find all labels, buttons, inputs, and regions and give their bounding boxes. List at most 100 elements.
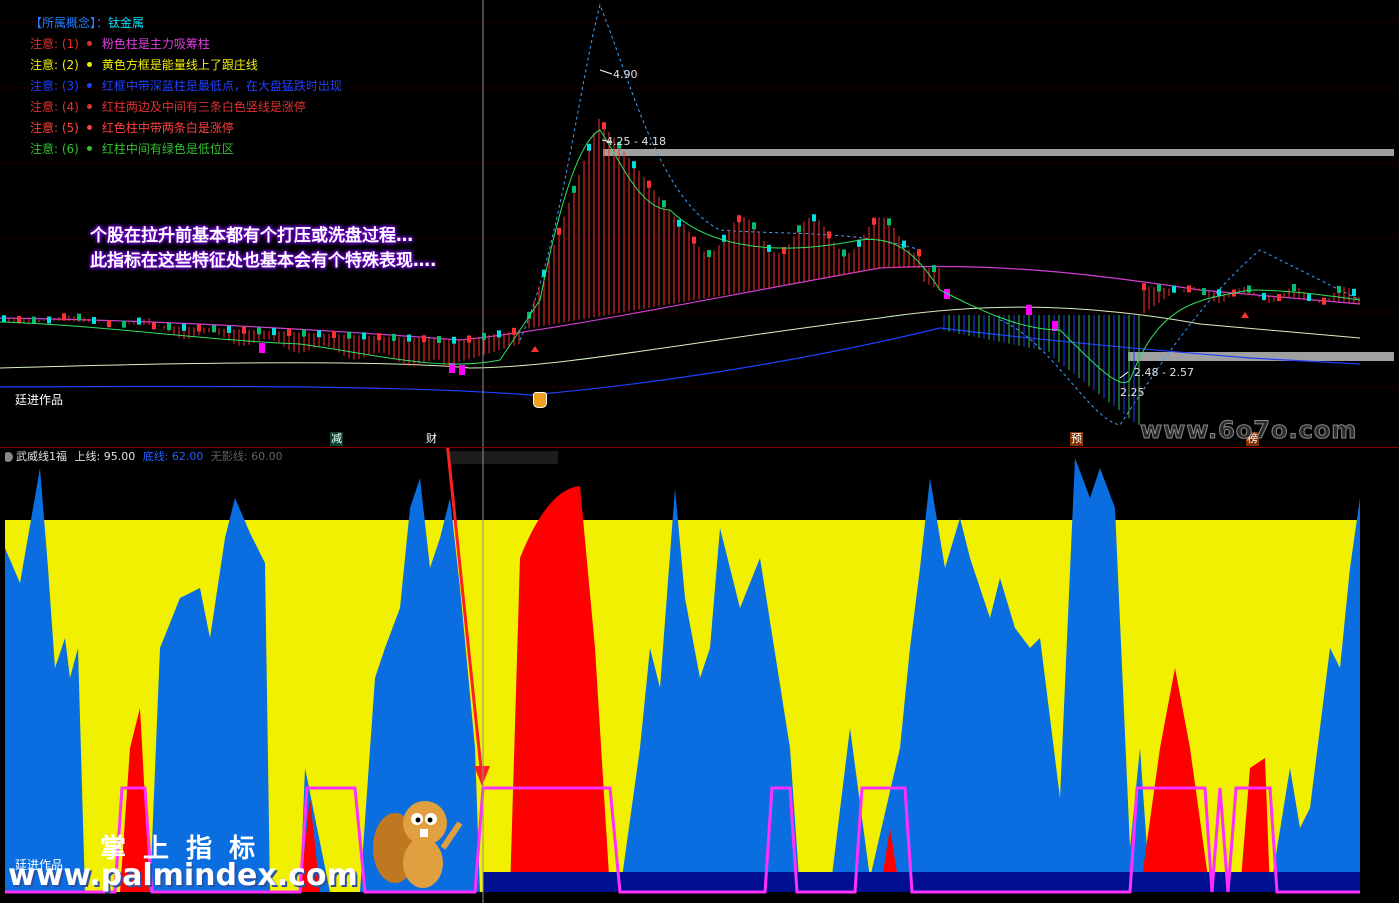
candle-body bbox=[1247, 285, 1251, 293]
bullet-icon bbox=[86, 125, 92, 130]
bullet-icon bbox=[86, 62, 92, 67]
bullet-icon bbox=[86, 104, 92, 109]
note-text: 黄色方框是能量线上了跟庄线 bbox=[101, 58, 258, 72]
candle-body bbox=[1202, 288, 1206, 296]
note-prefix: 注意: (3) bbox=[30, 79, 79, 93]
candle-body bbox=[362, 332, 366, 340]
candle-body bbox=[467, 335, 471, 343]
candle-body bbox=[737, 215, 741, 223]
note-text: 红柱两边及中间有三条白色竖线是涨停 bbox=[101, 100, 306, 114]
candle-body bbox=[557, 227, 561, 235]
candle-body bbox=[827, 231, 831, 239]
note-text: 粉色柱是主力吸筹柱 bbox=[101, 37, 210, 51]
concept-row: 【所属概念】：钛金属 bbox=[30, 14, 144, 31]
event-tag-3[interactable]: 预 bbox=[1070, 432, 1083, 446]
candle-body bbox=[917, 249, 921, 257]
candle-body bbox=[1262, 292, 1266, 300]
candle-body bbox=[512, 327, 516, 335]
buy-arrow-icon bbox=[531, 346, 539, 352]
candle-body bbox=[197, 324, 201, 332]
candle-body bbox=[692, 236, 696, 244]
candle-body bbox=[242, 326, 246, 334]
low-price-label: 2.25 bbox=[1120, 386, 1145, 399]
resistance-zone bbox=[603, 149, 1394, 156]
note-item: 注意: (5) 红色柱中带两条白是涨停 bbox=[30, 118, 342, 139]
candle-body bbox=[422, 335, 426, 343]
concept-value: 钛金属 bbox=[108, 16, 145, 30]
candle-body bbox=[137, 317, 141, 325]
note-text: 红框中带深蓝柱是最低点，在大盘猛跌时出现 bbox=[101, 79, 342, 93]
event-tag-1[interactable]: 减 bbox=[330, 432, 343, 446]
candle-body bbox=[257, 327, 261, 335]
candle-body bbox=[842, 249, 846, 257]
bullet-icon bbox=[86, 146, 92, 151]
candle-body bbox=[107, 320, 111, 328]
callout-line-2: 此指标在这些特征处也基本会有个特殊表现…. bbox=[90, 251, 437, 271]
candle-body bbox=[167, 323, 171, 331]
note-item: 注意: (3) 红框中带深蓝柱是最低点，在大盘猛跌时出现 bbox=[30, 76, 342, 97]
callout-line-1: 个股在拉升前基本都有个打压或洗盘过程… bbox=[90, 226, 413, 246]
candle-body bbox=[377, 333, 381, 341]
candle-body bbox=[227, 325, 231, 333]
candle-body bbox=[902, 240, 906, 248]
candle-body bbox=[1337, 285, 1341, 293]
candle-body bbox=[302, 329, 306, 337]
candle-body bbox=[497, 330, 501, 338]
candle-body bbox=[1142, 283, 1146, 291]
candle-body bbox=[1292, 284, 1296, 292]
candle-body bbox=[1352, 288, 1356, 296]
note-prefix: 注意: (5) bbox=[30, 121, 79, 135]
author-label-top: 廷进作品 bbox=[15, 393, 64, 407]
candle-body bbox=[407, 334, 411, 342]
candle-body bbox=[392, 333, 396, 341]
bullet-icon bbox=[86, 41, 92, 46]
note-prefix: 注意: (4) bbox=[30, 100, 79, 114]
indicator-panel[interactable]: 廷进作品 掌 上 指 标 www.palmindex.com bbox=[0, 448, 1399, 903]
candle-body bbox=[212, 325, 216, 333]
note-item: 注意: (4) 红柱两边及中间有三条白色竖线是涨停 bbox=[30, 97, 342, 118]
cursor-hand-icon bbox=[533, 392, 547, 408]
candle-body bbox=[17, 315, 21, 323]
sell-arrow-icon bbox=[1241, 312, 1249, 318]
candle-body bbox=[572, 185, 576, 193]
candle-body bbox=[287, 328, 291, 336]
note-prefix: 注意: (6) bbox=[30, 142, 79, 156]
site-watermark: www.6o7o.com bbox=[1139, 416, 1358, 445]
candle-body bbox=[677, 219, 681, 227]
candle-body bbox=[752, 222, 756, 230]
ma-cyan-dashed-line bbox=[519, 3, 1361, 426]
candle-body bbox=[1172, 285, 1176, 293]
candle-body bbox=[272, 328, 276, 336]
candle-body bbox=[77, 313, 81, 321]
notes-list: 注意: (1) 粉色柱是主力吸筹柱 注意: (2) 黄色方框是能量线上了跟庄线 注意: … bbox=[30, 34, 342, 160]
bullet-icon bbox=[86, 83, 92, 88]
candle-body bbox=[317, 330, 321, 338]
note-item: 注意: (6) 红柱中间有绿色是低位区 bbox=[30, 139, 342, 160]
callout-text: 个股在拉升前基本都有个打压或洗盘过程… 此指标在这些特征处也基本会有个特殊表现…… bbox=[90, 224, 436, 274]
price-chart-panel[interactable]: 4.90 4.25 - 4.18 2.48 - 2.57 2.25 【所属概念】… bbox=[0, 0, 1399, 447]
note-text: 红柱中间有绿色是低位区 bbox=[101, 142, 234, 156]
note-item: 注意: (1) 粉色柱是主力吸筹柱 bbox=[30, 34, 342, 55]
candle-body bbox=[332, 330, 336, 338]
candle-body bbox=[122, 320, 126, 328]
candle-body bbox=[437, 335, 441, 343]
candle-body bbox=[347, 331, 351, 339]
accumulation-bar bbox=[259, 343, 265, 353]
range-low-label: 2.48 - 2.57 bbox=[1134, 366, 1194, 379]
note-prefix: 注意: (2) bbox=[30, 58, 79, 72]
note-prefix: 注意: (1) bbox=[30, 37, 79, 51]
candle-body bbox=[587, 143, 591, 151]
candle-body bbox=[932, 265, 936, 272]
candle-body bbox=[1157, 284, 1161, 292]
candle-body bbox=[1307, 294, 1311, 302]
candle-body bbox=[872, 217, 876, 225]
support-zone bbox=[1128, 352, 1394, 361]
ma-blue-line bbox=[0, 327, 1361, 396]
candle-body bbox=[797, 225, 801, 233]
event-tag-2[interactable]: 财 bbox=[425, 432, 438, 446]
candle-body bbox=[1187, 285, 1191, 293]
note-item: 注意: (2) 黄色方框是能量线上了跟庄线 bbox=[30, 55, 342, 76]
candle-body bbox=[707, 249, 711, 257]
candle-body bbox=[92, 316, 96, 324]
candle-body bbox=[632, 161, 636, 169]
